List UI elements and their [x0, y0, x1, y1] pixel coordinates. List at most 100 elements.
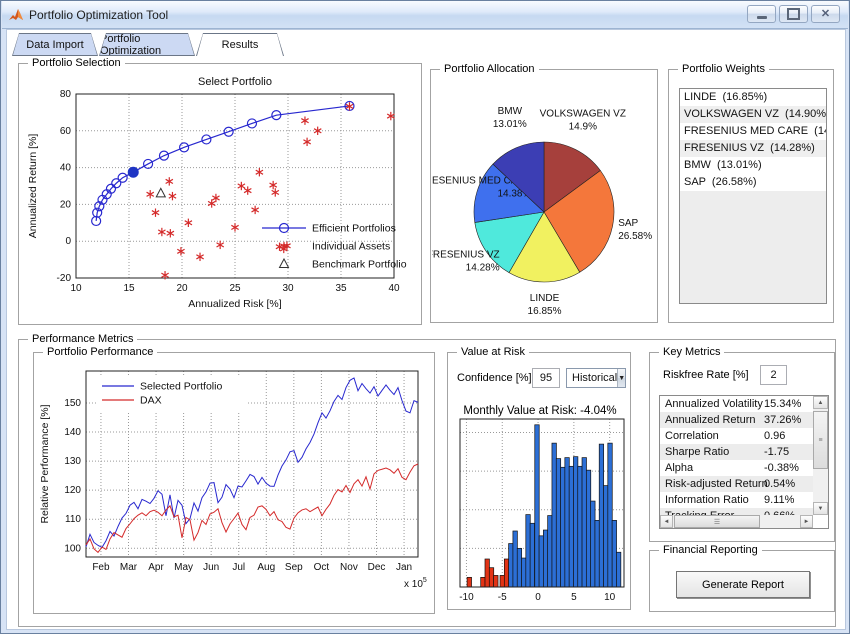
- svg-text:Dec: Dec: [368, 562, 386, 573]
- var-method-dropdown[interactable]: Historical ▼: [566, 368, 626, 388]
- list-item[interactable]: LINDE (16.85%): [680, 89, 826, 106]
- performance-metrics-panel: Performance Metrics Portfolio Performanc…: [18, 339, 836, 627]
- svg-text:Oct: Oct: [314, 562, 330, 573]
- svg-text:Efficient Portfolios: Efficient Portfolios: [312, 223, 396, 235]
- scroll-left-icon[interactable]: ◄: [660, 515, 673, 528]
- chevron-down-icon[interactable]: ▼: [617, 369, 625, 387]
- tab-results[interactable]: Results: [196, 33, 284, 56]
- financial-reporting-panel: Financial Reporting Generate Report: [649, 550, 835, 612]
- svg-text:20: 20: [60, 199, 72, 210]
- minimize-button[interactable]: [747, 5, 776, 23]
- svg-text:-20: -20: [57, 273, 72, 284]
- scroll-down-icon[interactable]: ▼: [813, 502, 828, 515]
- svg-text:Jun: Jun: [203, 562, 219, 573]
- svg-text:35: 35: [335, 283, 347, 294]
- generate-report-button[interactable]: Generate Report: [676, 571, 810, 598]
- svg-text:15: 15: [123, 283, 135, 294]
- svg-text:0: 0: [65, 236, 71, 247]
- weights-listbox[interactable]: LINDE (16.85%)VOLKSWAGEN VZ (14.90%)FRES…: [679, 88, 827, 304]
- vertical-scrollbar[interactable]: ▲ ≡ ▼: [813, 396, 828, 515]
- svg-text:26.58%: 26.58%: [618, 231, 652, 242]
- svg-text:LINDE: LINDE: [530, 293, 560, 304]
- riskfree-input[interactable]: [760, 365, 787, 385]
- var-method-value: Historical: [567, 369, 617, 387]
- portfolio-performance-panel: Portfolio Performance FebMarAprMayJunJul…: [33, 352, 435, 614]
- svg-text:Nov: Nov: [340, 562, 358, 573]
- svg-text:FRESENIUS VZ: FRESENIUS VZ: [432, 249, 500, 260]
- window-title: Portfolio Optimization Tool: [29, 8, 168, 22]
- svg-text:Relative Performance [%]: Relative Performance [%]: [39, 404, 51, 523]
- close-button[interactable]: ✕: [811, 5, 840, 23]
- client-area: Data Import Portfolio Optimization Resul…: [6, 29, 846, 630]
- svg-text:DAX: DAX: [140, 395, 162, 407]
- svg-text:10: 10: [70, 283, 82, 294]
- portfolio-allocation-panel: Portfolio Allocation VOLKSWAGEN VZ14.9%S…: [430, 69, 658, 323]
- svg-text:0: 0: [535, 592, 541, 603]
- svg-text:130: 130: [64, 456, 81, 467]
- horizontal-scroll-thumb[interactable]: ☰: [674, 515, 760, 528]
- efficient-frontier-chart[interactable]: 10152025303540-20020406080Select Portfol…: [22, 70, 418, 325]
- value-at-risk-panel: Value at Risk Confidence [%] Historical …: [447, 352, 631, 610]
- maximize-button[interactable]: [779, 5, 808, 23]
- svg-text:Annualized Return [%]: Annualized Return [%]: [27, 134, 39, 239]
- svg-text:Sep: Sep: [285, 562, 303, 573]
- svg-text:100: 100: [64, 543, 81, 554]
- svg-text:Selected Portfolio: Selected Portfolio: [140, 381, 222, 393]
- svg-text:40: 40: [60, 163, 72, 174]
- svg-text:14.28%: 14.28%: [466, 262, 500, 273]
- allocation-pie-chart: VOLKSWAGEN VZ14.9%SAP26.58%LINDE16.85%FR…: [432, 74, 656, 325]
- svg-text:Individual Assets: Individual Assets: [312, 241, 390, 253]
- svg-text:110: 110: [65, 514, 81, 525]
- svg-text:SAP: SAP: [618, 218, 638, 229]
- svg-text:20: 20: [176, 283, 188, 294]
- svg-text:Benchmark Portfolio: Benchmark Portfolio: [312, 259, 407, 271]
- portfolio-selection-panel: Portfolio Selection 10152025303540-20020…: [18, 63, 422, 325]
- list-item[interactable]: FRESENIUS VZ (14.28%): [680, 140, 826, 157]
- list-item[interactable]: FRESENIUS MED CARE (14.3...: [680, 123, 826, 140]
- key-metrics-panel: Key Metrics Riskfree Rate [%] Annualized…: [649, 352, 835, 542]
- svg-text:16.85%: 16.85%: [528, 306, 562, 317]
- list-item[interactable]: BMW (13.01%): [680, 157, 826, 174]
- confidence-label: Confidence [%]: [457, 372, 532, 384]
- table-row: Information Ratio9.11%: [660, 492, 813, 508]
- title-bar: Portfolio Optimization Tool ✕: [2, 1, 848, 29]
- svg-text:Mar: Mar: [120, 562, 138, 573]
- panel-title: Key Metrics: [659, 346, 724, 358]
- svg-text:140: 140: [64, 427, 81, 438]
- performance-chart: FebMarAprMayJunJulAugSepOctNovDecJan1001…: [36, 361, 432, 616]
- tab-portfolio-optimization[interactable]: Portfolio Optimization: [99, 33, 195, 56]
- portfolio-weights-panel: Portfolio Weights LINDE (16.85%)VOLKSWAG…: [668, 69, 834, 323]
- svg-text:Annualized Risk [%]: Annualized Risk [%]: [188, 298, 281, 310]
- svg-text:Select Portfolio: Select Portfolio: [198, 76, 272, 88]
- svg-text:x 105: x 105: [404, 577, 427, 590]
- svg-text:60: 60: [60, 126, 72, 137]
- key-metrics-table[interactable]: Annualized Volatility15.34%Annualized Re…: [659, 395, 829, 529]
- svg-text:80: 80: [60, 89, 72, 100]
- svg-text:-10: -10: [459, 592, 474, 603]
- svg-text:25: 25: [229, 283, 241, 294]
- table-row: Sharpe Ratio-1.75: [660, 444, 813, 460]
- svg-text:Jul: Jul: [232, 562, 245, 573]
- scroll-right-icon[interactable]: ►: [800, 515, 813, 528]
- horizontal-scrollbar[interactable]: ◄ ☰ ►: [660, 515, 813, 528]
- matlab-icon: [8, 7, 24, 23]
- vertical-scroll-thumb[interactable]: ≡: [813, 411, 828, 469]
- panel-title: Value at Risk: [457, 346, 529, 358]
- svg-text:BMW: BMW: [498, 106, 523, 117]
- table-row: Annualized Volatility15.34%: [660, 396, 813, 412]
- list-item[interactable]: SAP (26.58%): [680, 174, 826, 191]
- table-row: Risk-adjusted Return0.54%: [660, 476, 813, 492]
- confidence-input[interactable]: [532, 368, 560, 388]
- svg-text:Jan: Jan: [396, 562, 412, 573]
- list-item[interactable]: VOLKSWAGEN VZ (14.90%): [680, 106, 826, 123]
- riskfree-label: Riskfree Rate [%]: [663, 369, 749, 381]
- key-metrics-rows: Annualized Volatility15.34%Annualized Re…: [660, 396, 813, 515]
- svg-text:150: 150: [64, 398, 81, 409]
- table-row: Correlation0.96: [660, 428, 813, 444]
- tab-data-import[interactable]: Data Import: [12, 33, 98, 56]
- table-row: Tracking Error0.66%: [660, 508, 813, 515]
- svg-text:40: 40: [388, 283, 400, 294]
- scroll-up-icon[interactable]: ▲: [813, 396, 828, 409]
- panel-title: Portfolio Selection: [28, 57, 125, 69]
- svg-text:Apr: Apr: [148, 562, 164, 573]
